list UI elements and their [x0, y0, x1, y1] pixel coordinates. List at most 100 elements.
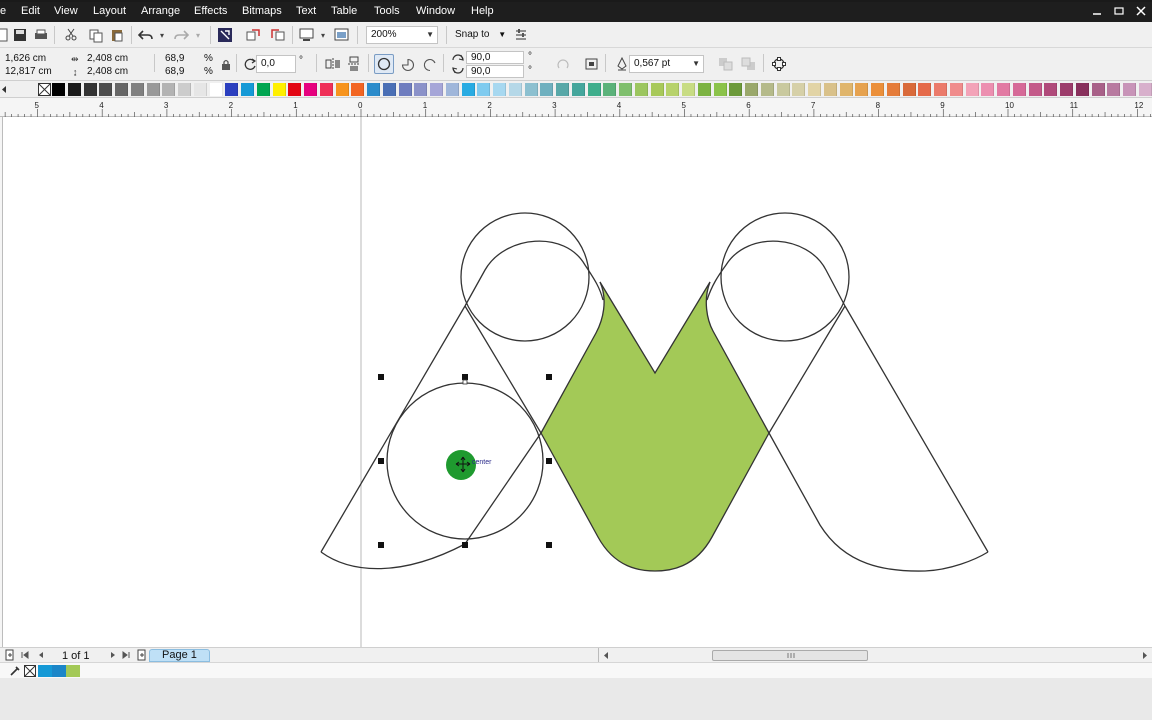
last-page-icon[interactable] — [121, 650, 131, 660]
palette-swatch[interactable] — [760, 83, 774, 96]
palette-swatch[interactable] — [461, 83, 475, 96]
palette-swatch[interactable] — [382, 83, 396, 96]
palette-scroll-left-icon[interactable] — [1, 85, 7, 94]
palette-swatch[interactable] — [493, 83, 506, 96]
handle-middle-right[interactable] — [546, 458, 552, 464]
redo-icon[interactable] — [173, 27, 189, 43]
palette-swatch[interactable] — [83, 83, 97, 96]
paste-icon[interactable] — [109, 27, 125, 43]
palette-swatch[interactable] — [666, 83, 680, 96]
palette-swatch[interactable] — [792, 83, 806, 96]
menu-help[interactable]: Help — [471, 5, 494, 17]
palette-swatch[interactable] — [1075, 83, 1089, 96]
doc-no-color-swatch[interactable] — [24, 665, 36, 677]
new-document-icon[interactable] — [0, 27, 10, 43]
palette-swatch[interactable] — [209, 83, 223, 96]
left-top-circle[interactable] — [460, 212, 590, 342]
close-icon[interactable] — [1134, 5, 1148, 17]
end-angle-field[interactable]: 90,0 — [466, 65, 524, 78]
left-arch-curve[interactable] — [464, 240, 604, 307]
menu-view[interactable]: View — [54, 5, 78, 17]
position-y-field[interactable]: 12,817 cm — [5, 65, 52, 79]
m-center-fill[interactable] — [541, 282, 769, 571]
add-page-after-icon[interactable] — [136, 649, 148, 661]
handle-top-center[interactable] — [462, 374, 468, 380]
snap-to-menu[interactable]: Snap to ▼ — [455, 28, 506, 42]
convert-to-curves-icon[interactable] — [771, 56, 787, 72]
drawing-canvas[interactable]: center — [3, 117, 1152, 647]
print-icon[interactable] — [33, 27, 49, 43]
palette-swatch[interactable] — [871, 83, 884, 96]
previous-page-icon[interactable] — [36, 650, 46, 660]
search-content-icon[interactable] — [217, 27, 233, 43]
wrap-text-icon[interactable] — [584, 56, 600, 72]
palette-swatch[interactable] — [1091, 83, 1105, 96]
menu-table[interactable]: Table — [331, 5, 357, 17]
palette-swatch[interactable] — [729, 83, 743, 96]
add-page-before-icon[interactable] — [4, 649, 16, 661]
palette-swatch[interactable] — [540, 83, 554, 96]
right-inner-diagonal[interactable] — [768, 305, 846, 434]
handle-bottom-center[interactable] — [462, 542, 468, 548]
start-angle-field[interactable]: 90,0 — [466, 51, 524, 64]
palette-swatch[interactable] — [745, 83, 758, 96]
palette-swatch[interactable] — [619, 83, 632, 96]
palette-swatch[interactable] — [67, 83, 81, 96]
options-icon[interactable] — [513, 27, 529, 43]
palette-swatch[interactable] — [949, 83, 963, 96]
palette-swatch[interactable] — [225, 83, 239, 96]
palette-swatch[interactable] — [713, 83, 727, 96]
palette-swatch[interactable] — [351, 83, 365, 96]
welcome-screen-icon[interactable] — [334, 27, 350, 43]
object-height-field[interactable]: 2,408 cm — [87, 65, 128, 79]
palette-swatch[interactable] — [115, 83, 128, 96]
left-inner-lower[interactable] — [464, 432, 542, 545]
menu-edit[interactable]: Edit — [21, 5, 40, 17]
palette-swatch[interactable] — [52, 83, 65, 96]
menu-file[interactable]: e — [0, 5, 6, 17]
palette-swatch[interactable] — [571, 83, 585, 96]
minimize-icon[interactable] — [1090, 5, 1104, 17]
palette-swatch[interactable] — [241, 83, 254, 96]
handle-bottom-right[interactable] — [546, 542, 552, 548]
menu-layout[interactable]: Layout — [93, 5, 126, 17]
palette-swatch[interactable] — [808, 83, 821, 96]
palette-swatch[interactable] — [1044, 83, 1058, 96]
handle-middle-left[interactable] — [378, 458, 384, 464]
palette-swatch[interactable] — [430, 83, 443, 96]
palette-swatch[interactable] — [697, 83, 711, 96]
to-back-icon[interactable] — [741, 56, 757, 72]
menu-tools[interactable]: Tools — [374, 5, 400, 17]
palette-swatch[interactable] — [1123, 83, 1136, 96]
handle-top-left[interactable] — [378, 374, 384, 380]
palette-swatch[interactable] — [776, 83, 790, 96]
palette-swatch[interactable] — [1107, 83, 1121, 96]
horizontal-scrollbar-thumb[interactable] — [712, 650, 868, 661]
outline-width-select[interactable]: 0,567 pt ▼ — [629, 55, 704, 73]
palette-swatch[interactable] — [934, 83, 947, 96]
palette-swatch[interactable] — [477, 83, 491, 96]
palette-swatch[interactable] — [997, 83, 1010, 96]
position-x-field[interactable]: 1,626 cm — [5, 52, 46, 66]
palette-swatch[interactable] — [304, 83, 317, 96]
palette-swatch[interactable] — [1138, 83, 1152, 96]
palette-swatch[interactable] — [508, 83, 522, 96]
palette-swatch[interactable] — [603, 83, 617, 96]
palette-swatch[interactable] — [162, 83, 176, 96]
menu-effects[interactable]: Effects — [194, 5, 227, 17]
document-color-swatch[interactable] — [52, 665, 66, 677]
palette-swatch[interactable] — [556, 83, 569, 96]
right-leg-outer-edge[interactable] — [844, 305, 989, 553]
zoom-level-select[interactable]: 200% ▼ — [366, 26, 438, 44]
first-page-icon[interactable] — [20, 650, 30, 660]
menu-arrange[interactable]: Arrange — [141, 5, 180, 17]
palette-swatch[interactable] — [650, 83, 664, 96]
ellipse-mode-button[interactable] — [374, 54, 394, 74]
palette-swatch[interactable] — [634, 83, 648, 96]
palette-swatch[interactable] — [256, 83, 270, 96]
palette-swatch[interactable] — [178, 83, 191, 96]
palette-swatch[interactable] — [965, 83, 979, 96]
menu-text[interactable]: Text — [296, 5, 316, 17]
handle-top-right[interactable] — [546, 374, 552, 380]
palette-swatch[interactable] — [99, 83, 113, 96]
